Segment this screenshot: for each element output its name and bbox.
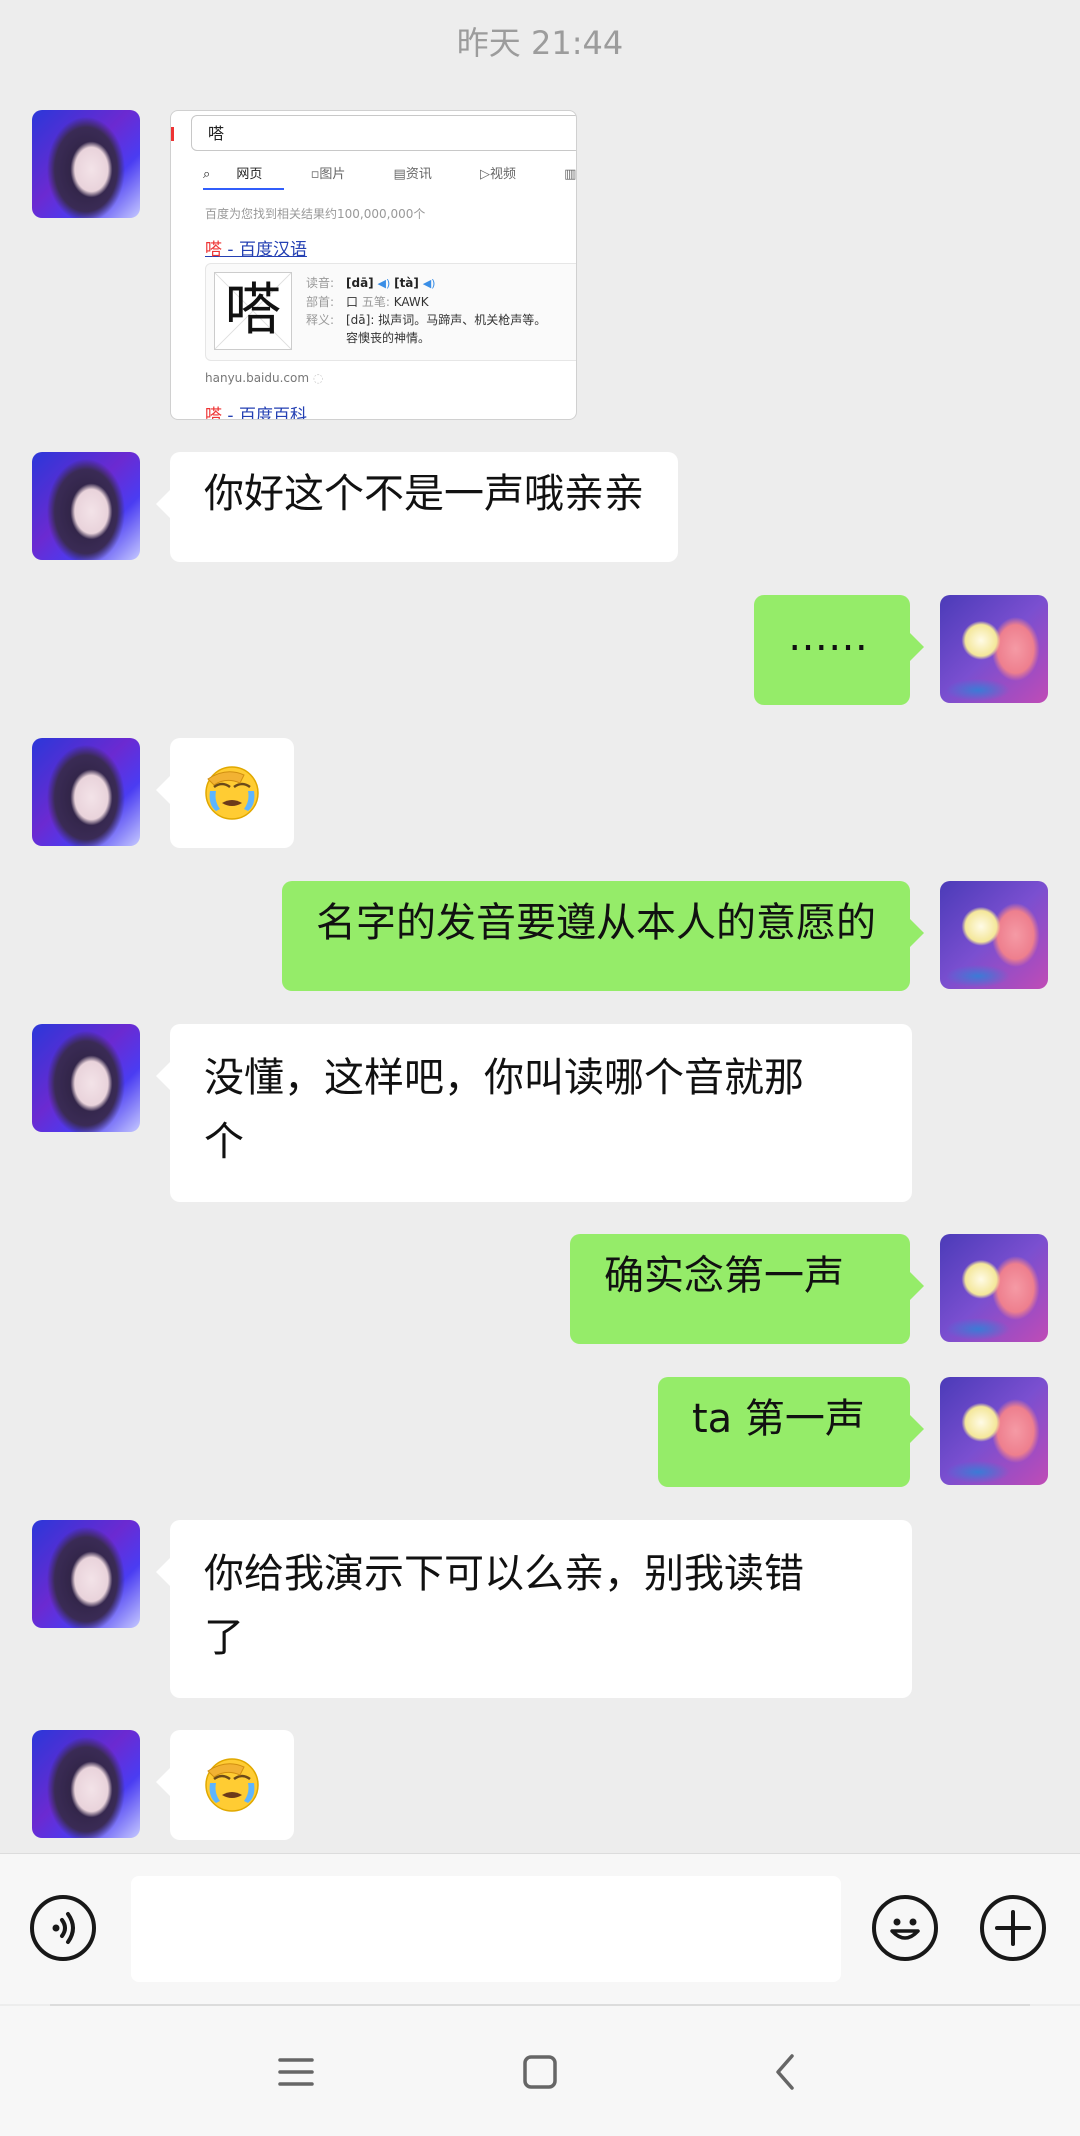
chat-timestamp: 昨天 21:44 <box>456 24 624 62</box>
home-square-icon[interactable] <box>510 2042 570 2102</box>
search-tabs: ⌕ 网页 ▫图片 ▤资讯 ▷视频 ▥贴吧 ⓘ <box>203 163 577 190</box>
facepalm-cry-emoji-icon <box>205 1758 259 1812</box>
voice-icon <box>52 1912 75 1944</box>
message-bubble-incoming[interactable] <box>156 1730 294 1840</box>
message-bubble-outgoing[interactable]: 名字的发音要遵从本人的意愿的 <box>282 881 924 991</box>
search-box-image: 嗒 <box>191 115 576 151</box>
tab-news: ▤资讯 <box>393 167 432 182</box>
message-bubble-outgoing[interactable]: 确实念第一声 <box>570 1234 924 1344</box>
contact-avatar[interactable] <box>32 1730 140 1838</box>
search-icon: ⌕ <box>203 167 211 182</box>
system-nav-bar <box>0 2006 1080 2136</box>
message-bubble-outgoing[interactable]: …… <box>754 595 924 705</box>
message-bubble-outgoing[interactable]: ta 第一声 <box>658 1377 924 1487</box>
chat-input-bar <box>0 1853 1080 2004</box>
menu-icon[interactable] <box>266 2042 326 2102</box>
result-domain: hanyu.baidu.com ◌ <box>205 371 324 385</box>
tab-web: ⌕ 网页 <box>203 167 285 190</box>
smiley-icon <box>890 1918 920 1940</box>
contact-avatar[interactable] <box>32 452 140 560</box>
tab-video: ▷视频 <box>480 167 517 182</box>
voice-button[interactable] <box>30 1895 96 1961</box>
message-bubble-incoming[interactable]: 你给我演示下可以么亲，别我读错 了 <box>156 1520 912 1698</box>
character-info: 读音: [dā] ◀) [tà] ◀) 部首: 口 五笔: KAWK 释义: [dā]… <box>306 276 547 345</box>
speaker-icon: ◀) <box>422 277 436 290</box>
my-avatar[interactable] <box>940 1377 1048 1485</box>
dictionary-card: 嗒 读音: [dā] ◀) [tà] ◀) 部首: 口 五笔: KAWK 释义: [d… <box>205 263 576 361</box>
plus-icon <box>995 1910 1031 1946</box>
character-glyph: 嗒 <box>214 272 292 350</box>
back-chevron-icon[interactable] <box>756 2042 816 2102</box>
tab-images: ▫图片 <box>310 167 346 182</box>
message-input[interactable] <box>131 1876 841 1982</box>
my-avatar[interactable] <box>940 1234 1048 1342</box>
tab-tieba: ▥贴吧 <box>564 167 577 182</box>
contact-avatar[interactable] <box>32 1024 140 1132</box>
my-avatar[interactable] <box>940 595 1048 703</box>
result-title: 嗒 - 百度汉语 <box>205 240 307 260</box>
emoji-button[interactable] <box>872 1895 938 1961</box>
message-bubble-incoming[interactable] <box>156 738 294 848</box>
message-bubble-incoming[interactable]: 没懂，这样吧，你叫读哪个音就那 个 <box>156 1024 912 1202</box>
result-title-2: 嗒 - 百度百科 <box>205 406 307 420</box>
message-bubble-incoming[interactable]: 你好这个不是一声哦亲亲 <box>156 452 678 562</box>
facepalm-cry-emoji-icon <box>205 766 259 820</box>
speaker-icon: ◀) <box>377 277 391 290</box>
contact-avatar[interactable] <box>32 738 140 846</box>
my-avatar[interactable] <box>940 881 1048 989</box>
contact-avatar[interactable] <box>32 110 140 218</box>
contact-avatar[interactable] <box>32 1520 140 1628</box>
logo-fragment <box>171 127 174 141</box>
screenshot-image-message[interactable]: 嗒 ⌕ 网页 ▫图片 ▤资讯 ▷视频 ▥贴吧 ⓘ 百度为您找到相关结果约100,… <box>170 110 577 420</box>
more-button[interactable] <box>980 1895 1046 1961</box>
result-count: 百度为您找到相关结果约100,000,000个 <box>205 207 426 221</box>
